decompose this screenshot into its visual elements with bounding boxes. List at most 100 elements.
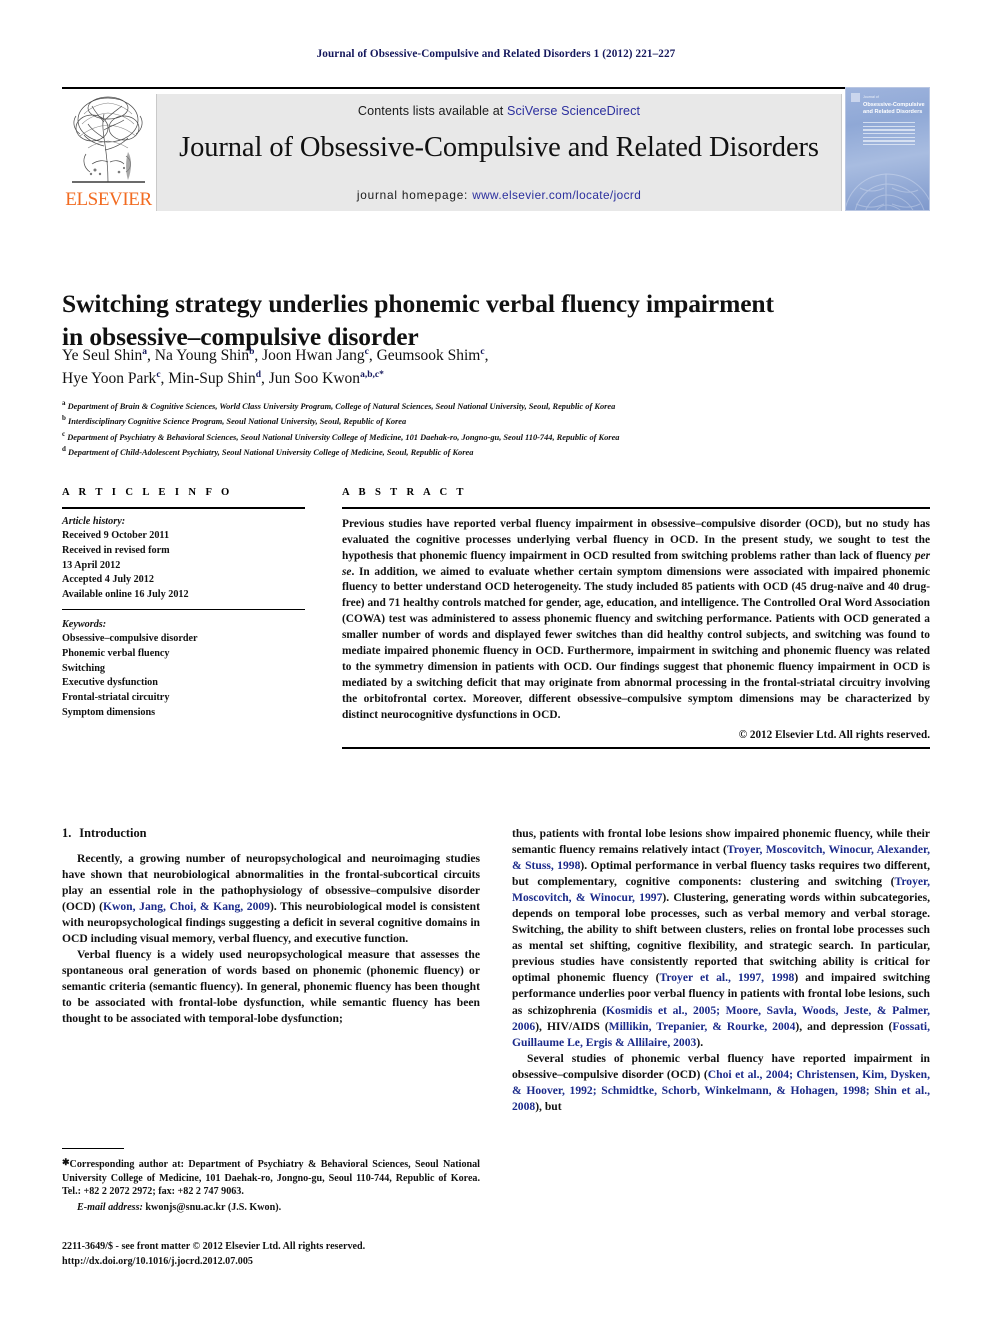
elsevier-tree-icon [72, 96, 145, 183]
affiliation-text: Department of Child-Adolescent Psychiatr… [68, 448, 474, 458]
contents-available-line: Contents lists available at SciVerse Sci… [157, 104, 841, 118]
cover-placeholder-lines [863, 122, 915, 148]
cover-logo-square [851, 93, 860, 102]
author-name: Min-Sup Shin [168, 369, 256, 387]
author-3: Geumsook Shimc, [377, 347, 489, 364]
author-affil-mark: a,b,c [360, 369, 380, 380]
affiliation-mark: b [62, 414, 66, 423]
abstract-part-1: Previous studies have reported verbal fl… [342, 517, 930, 562]
keyword-3: Executive dysfunction [62, 677, 158, 689]
author-2: Joon Hwan Jangc, [262, 347, 376, 364]
keyword-4: Frontal-striatal circuitry [62, 692, 170, 704]
author-sep: , [368, 347, 377, 364]
corresponding-author-text: Corresponding author at: Department of P… [62, 1159, 480, 1198]
abstract-heading: A B S T R A C T [342, 487, 467, 498]
sciencedirect-link[interactable]: SciVerse ScienceDirect [507, 104, 640, 118]
issn-copyright-line: 2211-3649/$ - see front matter © 2012 El… [62, 1241, 366, 1252]
history-item-0: Received 9 October 2011 [62, 530, 170, 542]
history-item-3: Accepted 4 July 2012 [62, 574, 154, 586]
doi-link[interactable]: http://dx.doi.org/10.1016/j.jocrd.2012.0… [62, 1255, 492, 1270]
right-p1-e: ), HIV/AIDS ( [535, 1019, 609, 1033]
citation-millikin-2004[interactable]: Millikin, Trepanier, & Rourke, 2004 [609, 1020, 796, 1033]
intro-paragraph-2: Verbal fluency is a widely used neuropsy… [62, 948, 480, 1026]
cover-brain-illustration [846, 173, 929, 210]
elsevier-logo: ELSEVIER [62, 94, 155, 211]
page-title: Switching strategy underlies phonemic ve… [62, 287, 862, 353]
footnote-rule [62, 1148, 124, 1149]
abstract-part-2: . In addition, we aimed to evaluate whet… [342, 565, 930, 722]
corresponding-author-marker: * [379, 369, 384, 380]
abstract-bottom-rule [342, 747, 930, 749]
asterisk-icon: ✱ [62, 1157, 70, 1167]
contents-band: Contents lists available at SciVerse Sci… [156, 94, 842, 211]
right-p1-g: ). [696, 1035, 704, 1049]
journal-homepage-line: journal homepage: www.elsevier.com/locat… [157, 188, 841, 202]
keyword-1: Phonemic verbal fluency [62, 647, 170, 659]
history-item-1: Received in revised form [62, 544, 170, 556]
author-sep: , [147, 347, 155, 364]
cover-eyebrow: Journal of [863, 95, 879, 99]
author-4: Hye Yoon Parkc, [62, 370, 168, 387]
running-head: Journal of Obsessive-Compulsive and Rela… [316, 48, 676, 60]
article-history-block: Article history: Received 9 October 2011… [62, 509, 305, 603]
keyword-0: Obsessive–compulsive disorder [62, 633, 198, 645]
email-label: E-mail address: [77, 1202, 143, 1214]
journal-cover-thumbnail: Journal of Obsessive-Compulsive and Rela… [845, 87, 930, 211]
intro-paragraph-3: Several studies of phonemic verbal fluen… [512, 1051, 930, 1115]
author-sep: , [261, 369, 269, 387]
history-item-2: 13 April 2012 [62, 559, 121, 571]
affiliation-c: c Department of Psychiatry & Behavioral … [62, 429, 930, 444]
intro-paragraph-2-cont: thus, patients with frontal lobe lesions… [512, 826, 930, 1051]
author-0: Ye Seul Shina, [62, 347, 155, 364]
citation-kwon-2009[interactable]: Kwon, Jang, Choi, & Kang, 2009 [103, 900, 270, 913]
elsevier-wordmark: ELSEVIER [65, 189, 152, 210]
affiliation-mark: a [62, 399, 66, 407]
affiliation-text: Interdisciplinary Cognitive Science Prog… [68, 417, 407, 427]
affiliation-mark: d [62, 445, 66, 454]
body-column-right: thus, patients with frontal lobe lesions… [512, 826, 930, 1115]
author-sep: , [484, 347, 489, 364]
history-item-4: Available online 16 July 2012 [62, 589, 189, 601]
author-name: Joon Hwan Jang [262, 347, 365, 364]
author-name: Ye Seul Shin [62, 347, 143, 364]
citation-troyer-et-al[interactable]: Troyer et al., 1997, 1998 [659, 971, 794, 984]
keyword-5: Symptom dimensions [62, 706, 156, 718]
imprint-block: 2211-3649/$ - see front matter © 2012 El… [62, 1240, 492, 1269]
keyword-2: Switching [62, 662, 106, 674]
article-info-heading: A R T I C L E I N F O [62, 487, 233, 498]
email-footnote-line: E-mail address: kwonjs@snu.ac.kr (J.S. K… [62, 1201, 480, 1215]
keywords-label: Keywords: [62, 618, 107, 630]
affiliation-mark: c [62, 429, 66, 438]
abstract-column: A B S T R A C T Previous studies have re… [342, 487, 930, 749]
author-name: Geumsook Shim [376, 347, 481, 364]
contents-prefix: Contents lists available at [357, 104, 507, 118]
article-info-column: A R T I C L E I N F O Article history: R… [62, 487, 305, 720]
author-5: Min-Sup Shind, [168, 370, 268, 387]
homepage-prefix: journal homepage: [356, 188, 473, 202]
journal-title: Journal of Obsessive-Compulsive and Rela… [179, 132, 819, 163]
author-sep: , [254, 347, 263, 364]
author-1: Na Young Shinb, [155, 347, 262, 364]
masthead-top-rule [62, 87, 930, 90]
right-p1-f: ), and depression ( [795, 1019, 893, 1033]
email-link[interactable]: kwonjs@snu.ac.kr (J.S. Kwon). [145, 1202, 281, 1213]
body-column-left: 1. Introduction Recently, a growing numbe… [62, 826, 480, 1028]
cover-title: Obsessive-Compulsive and Related Disorde… [863, 102, 925, 115]
section-title: Introduction [79, 826, 147, 840]
abstract-copyright: © 2012 Elsevier Ltd. All rights reserved… [738, 729, 930, 742]
author-list: Ye Seul Shina, Na Young Shinb, Joon Hwan… [62, 345, 882, 391]
journal-homepage-link[interactable]: www.elsevier.com/locate/jocrd [472, 188, 641, 202]
affiliation-b: b Interdisciplinary Cognitive Science Pr… [62, 413, 930, 428]
paper-page: Journal of Obsessive-Compulsive and Rela… [0, 0, 992, 1323]
right-p2-b: ), but [535, 1099, 562, 1113]
affiliation-a: a Department of Brain & Cognitive Scienc… [62, 398, 930, 413]
author-name: Jun Soo Kwon [268, 369, 361, 387]
article-history-label: Article history: [62, 515, 126, 527]
article-title-line-1: Switching strategy underlies phonemic ve… [62, 289, 774, 319]
section-number: 1. [62, 826, 72, 840]
affiliation-text: Department of Brain & Cognitive Sciences… [67, 401, 616, 411]
journal-masthead: ELSEVIER Contents lists available at Sci… [62, 87, 930, 211]
article-info-middle-rule [62, 608, 305, 610]
author-name: Na Young Shin [154, 347, 250, 364]
keywords-block: Keywords: Obsessive–compulsive disorder … [62, 616, 305, 721]
